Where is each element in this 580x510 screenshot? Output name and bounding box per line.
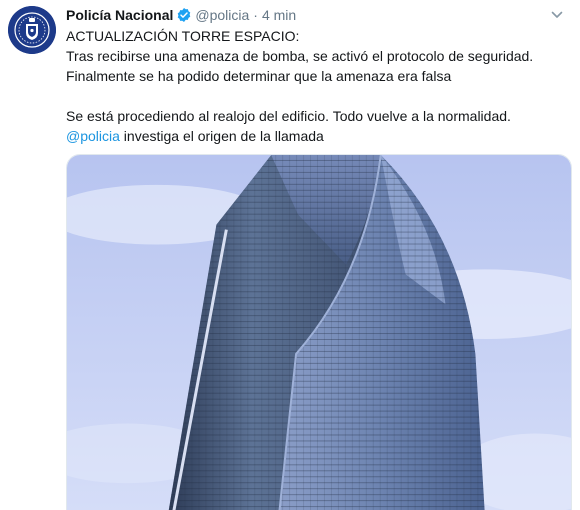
author-name[interactable]: Policía Nacional <box>66 7 173 23</box>
tweet-line: Finalmente se ha podido determinar que l… <box>66 68 452 84</box>
tweet-line: ACTUALIZACIÓN TORRE ESPACIO: <box>66 28 300 44</box>
tweet-content: Policía Nacional @policia · 4 min ACTUAL… <box>66 4 566 146</box>
tweet-header: Policía Nacional @policia · 4 min <box>66 4 566 26</box>
police-badge-avatar[interactable] <box>8 6 56 54</box>
tower-photo-image <box>67 155 571 510</box>
author-handle[interactable]: @policia <box>195 7 249 23</box>
tweet-line: @policia investiga el origen de la llama… <box>66 126 566 146</box>
verified-badge-icon <box>176 7 192 23</box>
tweet-photo[interactable] <box>66 154 572 510</box>
chevron-down-icon[interactable] <box>550 8 564 22</box>
separator: · <box>253 7 258 23</box>
tweet-line: Tras recibirse una amenaza de bomba, se … <box>66 48 534 64</box>
tweet: Policía Nacional @policia · 4 min ACTUAL… <box>0 0 580 510</box>
tweet-text: ACTUALIZACIÓN TORRE ESPACIO: Tras recibi… <box>66 26 566 146</box>
tweet-line-text: investiga el origen de la llamada <box>119 128 324 144</box>
mention-link[interactable]: @policia <box>66 128 120 144</box>
tweet-line: Se está procediendo al realojo del edifi… <box>66 108 511 124</box>
tweet-timestamp[interactable]: 4 min <box>262 7 296 23</box>
